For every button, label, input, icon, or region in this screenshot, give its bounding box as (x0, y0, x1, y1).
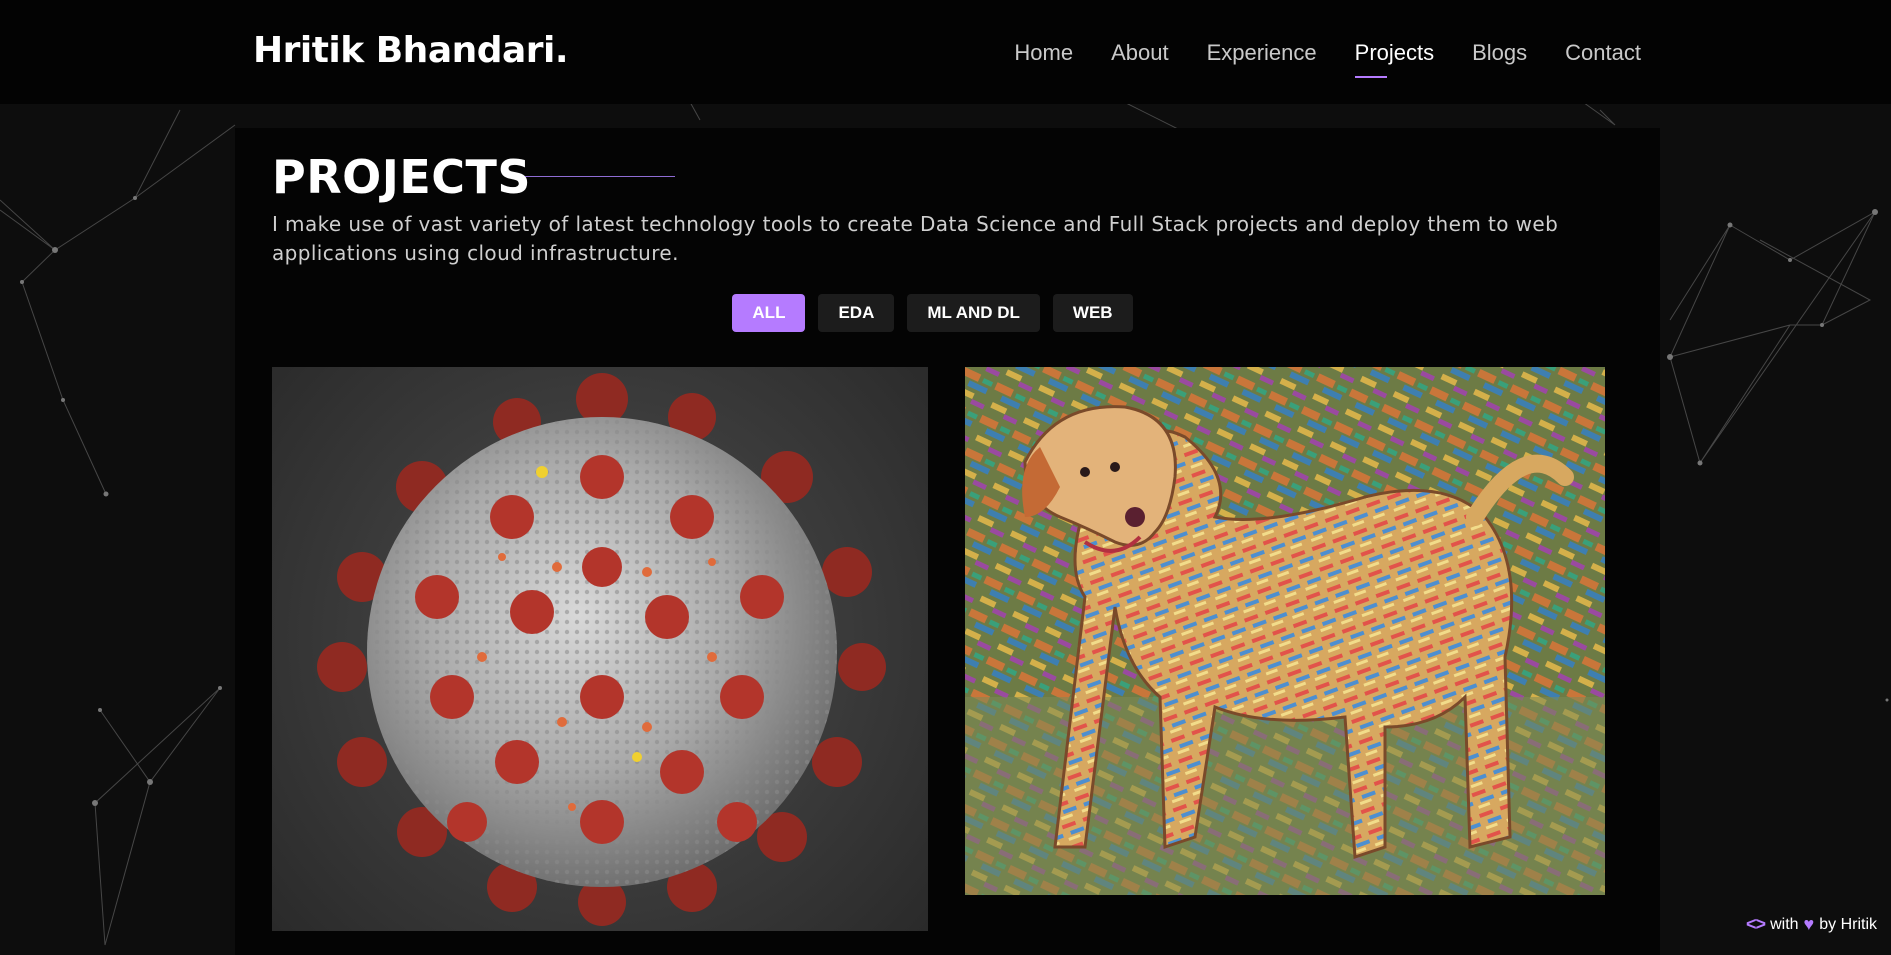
nav-contact[interactable]: Contact (1565, 40, 1641, 66)
project-filters: ALL EDA ML AND DL WEB (235, 294, 1660, 332)
filter-web-button[interactable]: WEB (1052, 294, 1133, 332)
top-navbar: Hritik Bhandari. Home About Experience P… (0, 0, 1891, 104)
footer-credit: <> with ♥ by Hritik (1746, 914, 1877, 935)
nav-about[interactable]: About (1111, 40, 1169, 66)
project-card-style-transfer[interactable] (965, 367, 1605, 895)
filter-all-button[interactable]: ALL (732, 294, 806, 332)
heart-icon: ♥ (1803, 914, 1815, 934)
filter-ml-dl-button[interactable]: ML AND DL (907, 294, 1040, 332)
credit-with-text: with (1770, 915, 1799, 933)
project-card-coronavirus[interactable] (272, 367, 928, 931)
site-brand[interactable]: Hritik Bhandari. (253, 30, 569, 71)
nav-projects[interactable]: Projects (1354, 40, 1434, 78)
section-title: PROJECTS (272, 150, 532, 204)
main-nav: Home About Experience Projects Blogs Con… (1014, 40, 1641, 78)
section-intro: I make use of vast variety of latest tec… (272, 212, 1559, 265)
title-underline (525, 176, 675, 177)
code-brackets-icon: <> (1746, 914, 1766, 934)
credit-by-text: by Hritik (1819, 915, 1877, 933)
nav-experience[interactable]: Experience (1207, 40, 1317, 66)
nav-home[interactable]: Home (1014, 40, 1073, 66)
filter-eda-button[interactable]: EDA (818, 294, 895, 332)
nav-blogs[interactable]: Blogs (1472, 40, 1527, 66)
coronavirus-image (317, 373, 886, 926)
projects-section: PROJECTS I make use of vast variety of l… (235, 128, 1660, 955)
style-transfer-dog-image (965, 367, 1605, 895)
